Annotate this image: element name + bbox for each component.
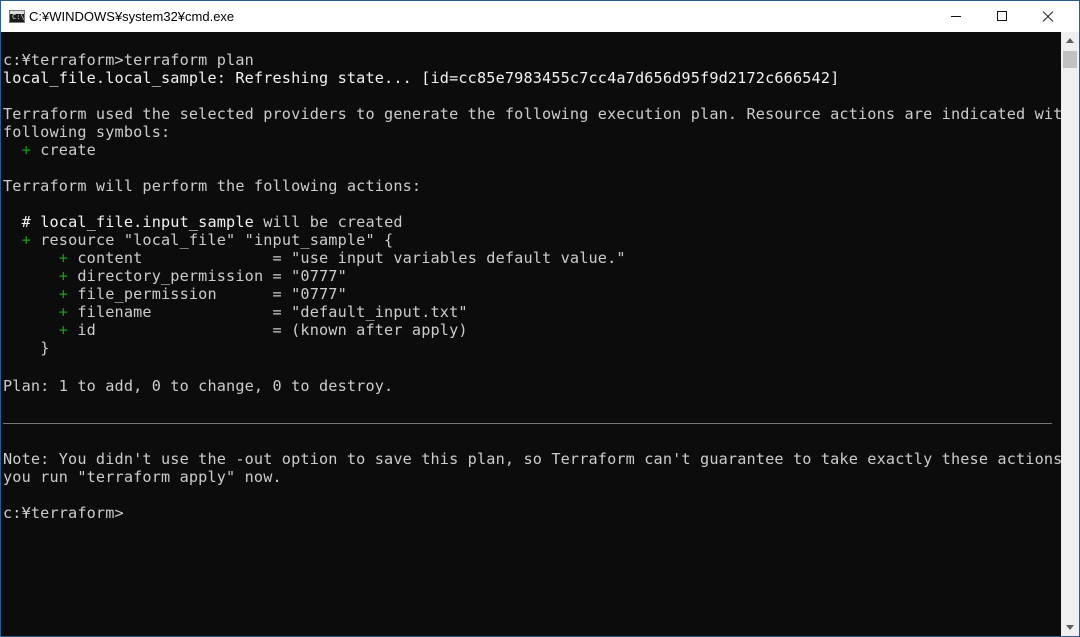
plus-symbol: + — [58, 285, 69, 303]
console-line-refreshing: local_file.local_sample: Refreshing stat… — [3, 69, 840, 87]
console-line-note-continued: you run "terraform apply" now. — [3, 468, 282, 486]
plus-symbol: + — [58, 321, 69, 339]
console-line-create-symbol: + create — [3, 141, 96, 159]
console-line-attr-content: + content = "use input variables default… — [3, 249, 626, 267]
console-line-note: Note: You didn't use the -out option to … — [3, 450, 1061, 468]
console-line-attr-file-permission: + file_permission = "0777" — [3, 285, 347, 303]
console-output[interactable]: c:¥terraform>terraform plan local_file.l… — [1, 32, 1061, 636]
closing-brace: } — [40, 339, 50, 357]
console-line-attr-filename: + filename = "default_input.txt" — [3, 303, 468, 321]
console-line-prompt[interactable]: c:¥terraform> — [3, 504, 124, 522]
maximize-button[interactable] — [979, 1, 1025, 32]
console-line-attr-directory-permission: + directory_permission = "0777" — [3, 267, 347, 285]
console-line-resource-block: + resource "local_file" "input_sample" { — [3, 231, 394, 249]
create-word: create — [40, 141, 96, 159]
scroll-up-arrow-icon[interactable] — [1061, 32, 1079, 49]
console-line-symbols: following symbols: — [3, 123, 171, 141]
console-line-closing-brace: } — [3, 339, 49, 357]
output-divider — [3, 423, 1052, 424]
attr-content: content = "use input variables default v… — [77, 249, 626, 267]
console-line-attr-id: + id = (known after apply) — [3, 321, 468, 339]
comment-hash: # — [21, 213, 31, 231]
plus-symbol: + — [21, 231, 31, 249]
plus-symbol: + — [58, 249, 69, 267]
resource-declaration: resource "local_file" "input_sample" { — [40, 231, 394, 249]
console-line-resource-comment: # local_file.input_sample will be create… — [3, 213, 403, 231]
cmd-app-icon[interactable]: C:\ — [9, 10, 25, 23]
comment-resource: local_file.input_sample — [40, 213, 254, 231]
console-line-plan-summary: Plan: 1 to add, 0 to change, 0 to destro… — [3, 377, 394, 395]
console-line-actions-header: Terraform will perform the following act… — [3, 177, 422, 195]
plus-symbol: + — [58, 267, 69, 285]
scroll-down-arrow-icon[interactable] — [1061, 619, 1079, 636]
attr-id: id = (known after apply) — [77, 321, 468, 339]
plus-symbol: + — [21, 141, 31, 159]
minimize-button[interactable] — [933, 1, 979, 32]
console-line-prompt-command: c:¥terraform>terraform plan — [3, 51, 254, 69]
scrollbar-thumb[interactable] — [1063, 51, 1077, 68]
vertical-scrollbar[interactable] — [1061, 32, 1079, 636]
plus-symbol: + — [58, 303, 69, 321]
attr-directory-permission: directory_permission = "0777" — [77, 267, 347, 285]
attr-file-permission: file_permission = "0777" — [77, 285, 347, 303]
title-bar[interactable]: C:\ C:¥WINDOWS¥system32¥cmd.exe — [1, 1, 1079, 32]
cmd-app-icon-label: C:\ — [12, 13, 25, 21]
attr-filename: filename = "default_input.txt" — [77, 303, 468, 321]
close-button[interactable] — [1025, 1, 1071, 32]
window-title: C:¥WINDOWS¥system32¥cmd.exe — [29, 9, 235, 24]
comment-rest: will be created — [253, 213, 403, 231]
console-line-plan-intro: Terraform used the selected providers to… — [3, 105, 1061, 123]
cmd-window: C:\ C:¥WINDOWS¥system32¥cmd.exe c:¥terra… — [0, 0, 1080, 637]
